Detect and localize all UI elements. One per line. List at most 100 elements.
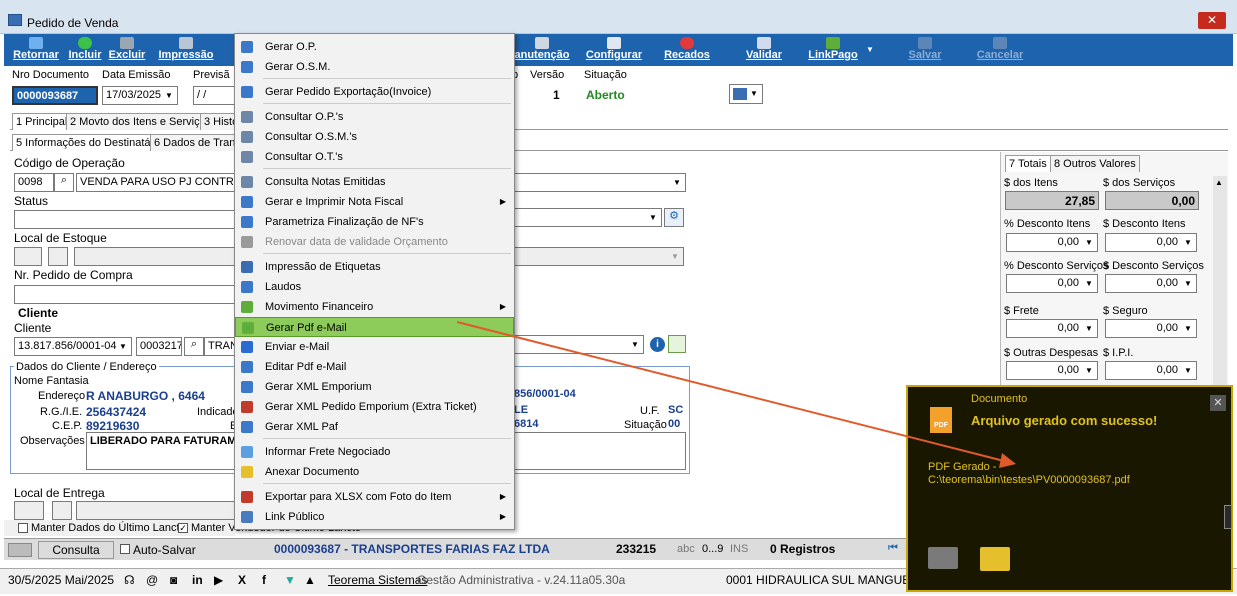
configurar-button[interactable]: Configurar [584,34,644,66]
cliente-codigo-input[interactable]: 0003217 [136,337,182,356]
frete-input[interactable]: 0,00 ▼ [1006,319,1098,338]
menu-item-gerar-xml-emporium[interactable]: Gerar XML Emporium [235,377,514,397]
nr-pedido-input[interactable] [14,285,236,304]
codigo-operacao-desc[interactable]: VENDA PARA USO PJ CONTRIBU [76,173,236,192]
window-close-button[interactable]: ✕ [1198,12,1226,29]
cliente-dropdown[interactable]: ▼ [514,335,644,354]
observacoes-input-right[interactable] [514,432,686,470]
menu-item-gerar-pdf-e-mail[interactable]: Gerar Pdf e-Mail [235,317,514,337]
info-icon[interactable]: i [650,337,665,352]
menu-item-gerar-xml-pedido-emporium-extra-ticket[interactable]: Gerar XML Pedido Emporium (Extra Ticket) [235,397,514,417]
excluir-button[interactable]: Excluir [108,34,146,66]
cliente-search-icon[interactable]: ⌕ [184,337,204,356]
tab-movto-itens[interactable]: 2 Movto dos Itens e Serviços [66,113,216,130]
first-record-icon[interactable]: ⏮ [888,542,898,555]
menu-item-gerar-o-p[interactable]: Gerar O.P. [235,37,514,57]
desconto-itens-pct-value: 0,00 [1057,236,1079,248]
linkedin-icon[interactable]: in [192,573,203,587]
status-dropdown[interactable]: ▼ [514,208,662,227]
status-input[interactable] [14,210,236,229]
list-view-button[interactable]: ▼ [729,84,763,104]
menu-item-anexar-documento[interactable]: Anexar Documento [235,462,514,482]
frete-value: 0,00 [1057,322,1079,334]
menu-item-gerar-xml-paf[interactable]: Gerar XML Paf [235,417,514,437]
menu-item-consultar-o-p-s[interactable]: Consultar O.P.'s [235,107,514,127]
recados-button[interactable]: Recados [662,34,712,66]
instagram-icon[interactable]: ◙ [170,573,177,587]
menu-item-laudos[interactable]: Laudos [235,277,514,297]
headset-icon[interactable]: ☊ [124,573,135,587]
uf-value: SC [668,404,684,416]
impressao-button[interactable]: Impressão [154,34,218,66]
scroll-up-icon[interactable]: ▲ [1215,178,1223,187]
back-icon [29,37,43,49]
codigo-operacao-dropdown[interactable]: ▼ [514,173,686,192]
print-toast-icon[interactable] [928,547,958,569]
check-icon [918,37,932,49]
observacoes-input[interactable]: LIBERADO PARA FATURAM [86,432,236,470]
calendar-dropdown-icon[interactable]: ▼ [162,87,176,104]
cidade-right-value: LE [514,404,529,416]
toast-path-line2[interactable]: C:\teorema\bin\testes\PV0000093687.pdf [928,474,1130,486]
keyboard-icon[interactable] [8,543,32,557]
menu-item-exportar-para-xlsx-com-foto-do-item[interactable]: Exportar para XLSX com Foto do Item ▶ [235,487,514,507]
money-bag-icon[interactable] [668,335,686,353]
open-folder-icon[interactable] [980,547,1010,571]
tab-outros-valores[interactable]: 8 Outros Valores [1050,155,1140,172]
toast-close-icon[interactable]: ✕ [1210,395,1226,411]
codigo-search-icon[interactable]: ⌕ [54,173,74,192]
validar-button[interactable]: Validar [742,34,786,66]
cliente-cnpj-input[interactable]: 13.817.856/0001-04 ▼ [14,337,132,356]
tab-principal[interactable]: 1 Principal [12,113,72,130]
nro-documento-input[interactable]: 0000093687 [12,86,98,105]
at-icon[interactable]: @ [146,573,158,587]
desconto-servicos-pct-input[interactable]: 0,00 ▼ [1006,274,1098,293]
menu-item-editar-pdf-e-mail[interactable]: Editar Pdf e-Mail [235,357,514,377]
tab-info-destinatario[interactable]: 5 Informações do Destinatário [12,134,167,151]
menu-item-informar-frete-negociado[interactable]: Informar Frete Negociado [235,442,514,462]
desconto-itens-label: $ Desconto Itens [1103,218,1186,230]
menu-item-consulta-notas-emitidas[interactable]: Consulta Notas Emitidas [235,172,514,192]
tab-totais[interactable]: 7 Totais [1005,155,1051,172]
desconto-itens-input[interactable]: 0,00 ▼ [1105,233,1197,252]
incluir-button[interactable]: Incluir [66,34,104,66]
youtube-icon[interactable]: ▶ [214,573,223,587]
menu-item-link-p-blico[interactable]: Link Público ▶ [235,507,514,527]
menu-item-gerar-o-s-m[interactable]: Gerar O.S.M. [235,57,514,77]
menu-item-label: Gerar XML Pedido Emporium (Extra Ticket) [265,401,477,413]
footer-version: Gestão Administrativa - v.24.11a05.30a [417,573,626,587]
list-dropdown-icon[interactable]: ▼ [747,85,761,102]
toast-side-handle[interactable] [1224,505,1232,529]
consulta-button[interactable]: Consulta [38,541,114,559]
manter-vendedor-checkbox[interactable]: ✓ [178,523,188,533]
menu-item-gerar-pedido-exporta-o-invoice[interactable]: Gerar Pedido Exportação(Invoice) [235,82,514,102]
linkpago-dropdown-icon[interactable]: ▼ [864,34,876,66]
ipi-input[interactable]: 0,00 ▼ [1105,361,1197,380]
desconto-itens-pct-input[interactable]: 0,00 ▼ [1006,233,1098,252]
retornar-button[interactable]: Retornar [8,34,64,66]
gear-icon[interactable]: ⚙ [664,208,684,227]
menu-item-consultar-o-s-m-s[interactable]: Consultar O.S.M.'s [235,127,514,147]
codigo-operacao-code[interactable]: 0098 [14,173,54,192]
outras-despesas-input[interactable]: 0,00 ▼ [1006,361,1098,380]
facebook-icon[interactable]: f [262,573,266,587]
manutencao-button[interactable]: anutenção [512,34,572,66]
data-emissao-input[interactable]: 17/03/2025 ▼ [102,86,178,105]
menu-item-parametriza-finaliza-o-de-nf-s[interactable]: Parametriza Finalização de NF's [235,212,514,232]
cliente-nome-input[interactable]: TRAN [204,337,236,356]
local-entrega-search-icon [52,501,72,520]
menu-item-gerar-e-imprimir-nota-fiscal[interactable]: Gerar e Imprimir Nota Fiscal ▶ [235,192,514,212]
auto-salvar-checkbox[interactable] [120,544,130,554]
manter-dados-checkbox[interactable] [18,523,28,533]
company-link[interactable]: Teorema Sistemas [328,573,427,587]
desconto-servicos-input[interactable]: 0,00 ▼ [1105,274,1197,293]
graduation-icon[interactable]: ▲ [304,573,316,587]
menu-item-movimento-financeiro[interactable]: Movimento Financeiro ▶ [235,297,514,317]
seguro-input[interactable]: 0,00 ▼ [1105,319,1197,338]
x-twitter-icon[interactable]: X [238,573,246,587]
menu-item-enviar-e-mail[interactable]: Enviar e-Mail [235,337,514,357]
previsao-input[interactable]: / / [193,86,235,105]
menu-item-consultar-o-t-s[interactable]: Consultar O.T.'s [235,147,514,167]
linkpago-button[interactable]: LinkPago [804,34,862,66]
menu-item-impress-o-de-etiquetas[interactable]: Impressão de Etiquetas [235,257,514,277]
